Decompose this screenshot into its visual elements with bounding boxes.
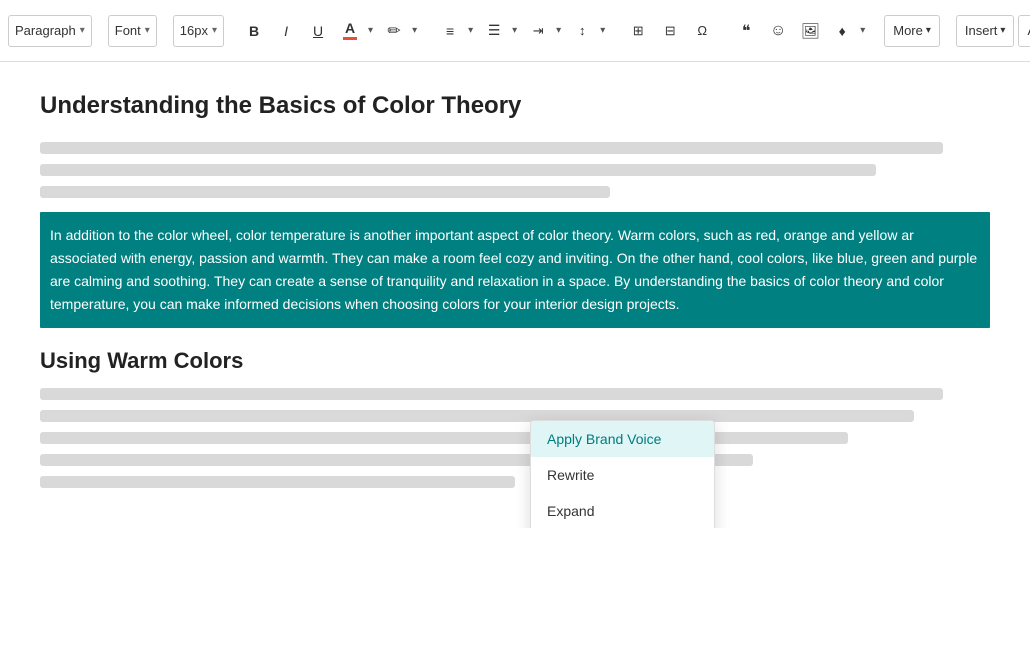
line-height-button[interactable]: ↕: [568, 16, 596, 46]
shape-group[interactable]: ♦ ▾: [828, 16, 868, 46]
paragraph-chevron-icon: ▾: [80, 25, 85, 36]
text-color-group[interactable]: A ▾: [336, 16, 376, 46]
line-height-group[interactable]: ↕ ▾: [568, 16, 608, 46]
placeholder-line-4: [40, 388, 943, 400]
bold-button[interactable]: B: [240, 16, 268, 46]
quote-button[interactable]: ❝: [732, 16, 760, 46]
editor-area: Understanding the Basics of Color Theory…: [0, 62, 1030, 528]
align-button[interactable]: ≡: [436, 16, 464, 46]
placeholder-line-6: [40, 432, 848, 444]
underline-button[interactable]: U: [304, 16, 332, 46]
image-button[interactable]: 🖼: [796, 16, 824, 46]
insert-chevron-icon: ▾: [1000, 25, 1005, 36]
paragraph-label: Paragraph: [15, 23, 76, 38]
list-arrow[interactable]: ▾: [509, 16, 520, 46]
font-size-chevron-icon: ▾: [212, 25, 217, 36]
highlight-group[interactable]: ✏ ▾: [380, 16, 420, 46]
align-arrow[interactable]: ▾: [465, 16, 476, 46]
paragraph-dropdown[interactable]: Paragraph ▾: [8, 15, 92, 47]
insert-dropdown[interactable]: Insert ▾: [956, 15, 1015, 47]
indent-button[interactable]: ⇥: [524, 16, 552, 46]
special-char-button[interactable]: Ω: [688, 16, 716, 46]
text-color-arrow[interactable]: ▾: [365, 16, 376, 46]
emoji-button[interactable]: ☺: [764, 16, 792, 46]
insert-label: Insert: [965, 23, 998, 38]
shape-arrow[interactable]: ▾: [857, 16, 868, 46]
indent-arrow[interactable]: ▾: [553, 16, 564, 46]
font-size-value: 16px: [180, 23, 208, 38]
context-menu-item-rewrite[interactable]: Rewrite: [531, 457, 714, 493]
italic-button[interactable]: I: [272, 16, 300, 46]
placeholder-line-3: [40, 186, 610, 198]
placeholder-line-5: [40, 410, 914, 422]
more-chevron-icon: ▾: [926, 25, 931, 36]
table-button[interactable]: ⊞: [624, 16, 652, 46]
document-title: Understanding the Basics of Color Theory: [40, 92, 990, 120]
placeholder-line-2: [40, 164, 876, 176]
section2-title: Using Warm Colors: [40, 348, 990, 374]
font-size-dropdown[interactable]: 16px ▾: [173, 15, 224, 47]
rewrite-label: Rewrite: [547, 467, 594, 483]
line-height-arrow[interactable]: ▾: [597, 16, 608, 46]
font-label: Font: [115, 23, 141, 38]
font-dropdown[interactable]: Font ▾: [108, 15, 157, 47]
toolbar: Paragraph ▾ Font ▾ 16px ▾ B I U A ▾ ✏ ▾ …: [0, 0, 1030, 62]
text-color-button[interactable]: A: [336, 16, 364, 46]
shape-button[interactable]: ♦: [828, 16, 856, 46]
apply-brand-voice-label: Apply Brand Voice: [547, 431, 661, 447]
more-label: More: [893, 23, 923, 38]
context-menu-item-expand[interactable]: Expand: [531, 493, 714, 528]
context-menu-item-apply-brand-voice[interactable]: Apply Brand Voice: [531, 421, 714, 457]
highlight-button[interactable]: ✏: [380, 16, 408, 46]
list-button[interactable]: ☰: [480, 16, 508, 46]
placeholder-line-1: [40, 142, 943, 154]
list-group[interactable]: ☰ ▾: [480, 16, 520, 46]
highlighted-text[interactable]: In addition to the color wheel, color te…: [40, 212, 990, 328]
text-color-icon: A: [343, 21, 357, 40]
more-dropdown[interactable]: More ▾: [884, 15, 940, 47]
context-menu: Apply Brand Voice Rewrite Expand Shorten…: [530, 420, 715, 528]
adv-button[interactable]: Adv: [1018, 15, 1030, 47]
indent-group[interactable]: ⇥ ▾: [524, 16, 564, 46]
indent-out-button[interactable]: ⊟: [656, 16, 684, 46]
expand-label: Expand: [547, 503, 594, 519]
placeholder-line-8: [40, 476, 515, 488]
highlight-arrow[interactable]: ▾: [409, 16, 420, 46]
align-group[interactable]: ≡ ▾: [436, 16, 476, 46]
font-chevron-icon: ▾: [145, 25, 150, 36]
